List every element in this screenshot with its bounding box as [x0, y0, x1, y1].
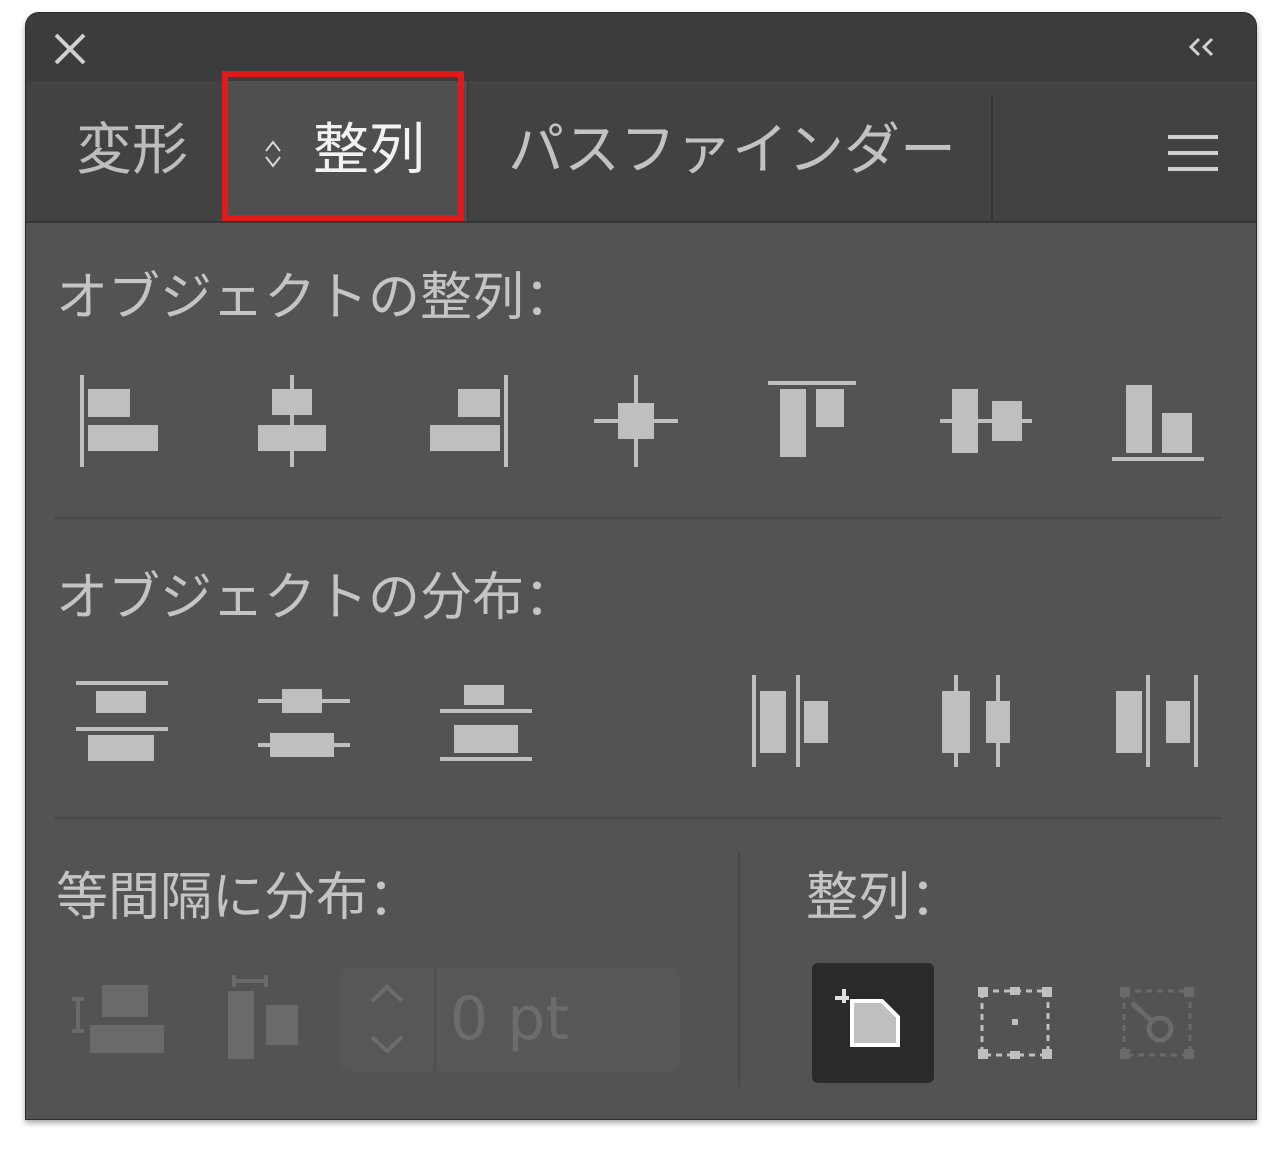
align-vertical-center-icon[interactable] — [936, 371, 1036, 471]
close-icon[interactable] — [52, 31, 88, 67]
spacing-value-input[interactable] — [436, 967, 676, 1071]
align-right-icon[interactable] — [420, 371, 520, 471]
panel-titlebar — [26, 13, 1256, 81]
section-divider — [54, 517, 1222, 519]
align-top-icon[interactable] — [762, 371, 862, 471]
align-to-key-object-icon — [1096, 963, 1218, 1083]
distribute-spacing-label: 等間隔に分布： — [56, 868, 421, 928]
distribute-right-icon[interactable] — [1108, 671, 1208, 771]
tab-divider — [991, 95, 993, 221]
align-left-icon[interactable] — [68, 371, 168, 471]
align-to-label: 整列： — [806, 868, 963, 928]
align-objects-label: オブジェクトの整列： — [56, 268, 577, 328]
distribute-objects-label: オブジェクトの分布： — [56, 568, 577, 628]
annotation-highlight-box — [222, 71, 464, 221]
tab-pathfinder[interactable]: パスファインダー — [508, 81, 956, 221]
section-divider — [54, 817, 1222, 819]
spacing-spinner — [340, 967, 680, 1071]
distribute-horizontal-center-icon[interactable] — [926, 671, 1026, 771]
panel-menu-icon[interactable] — [1166, 133, 1220, 173]
align-horizontal-center-icon[interactable] — [242, 371, 342, 471]
align-to-artboard-icon[interactable] — [954, 963, 1076, 1083]
spacing-stepper[interactable] — [340, 967, 436, 1071]
align-to-selection-icon[interactable] — [812, 963, 934, 1083]
distribute-top-icon[interactable] — [72, 671, 172, 771]
tab-transform[interactable]: 変形 — [76, 81, 188, 221]
vertical-divider — [738, 851, 740, 1087]
distribute-vertical-center-icon[interactable] — [254, 671, 354, 771]
align-panel: 変形 整列 パスファインダー オブジェクトの整列： オブジェクトの分布： 等間隔… — [25, 12, 1257, 1120]
horizontal-distribute-space-icon — [218, 971, 318, 1071]
collapse-panel-icon[interactable] — [1186, 35, 1218, 59]
distribute-bottom-icon[interactable] — [436, 671, 536, 771]
vertical-distribute-space-icon — [66, 971, 166, 1071]
distribute-left-icon[interactable] — [742, 671, 842, 771]
align-bottom-icon[interactable] — [1108, 371, 1208, 471]
align-center-icon[interactable] — [586, 371, 686, 471]
tab-bar: 変形 整列 パスファインダー — [26, 81, 1256, 223]
